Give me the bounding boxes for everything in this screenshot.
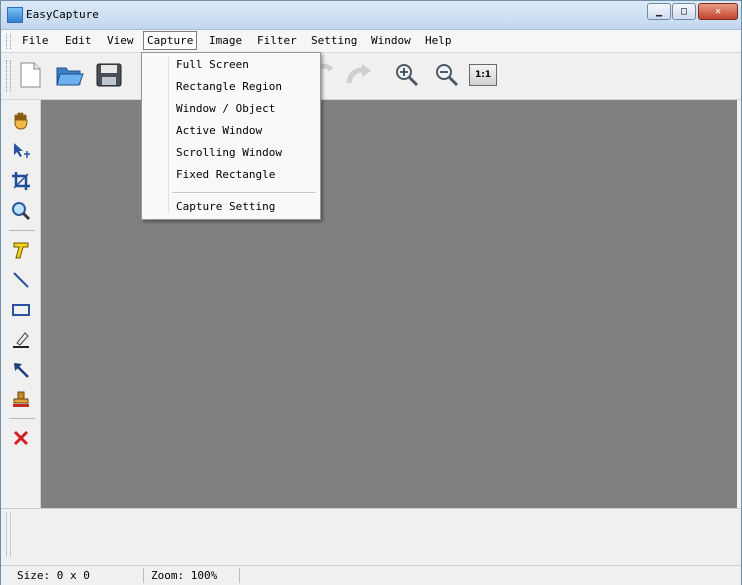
menu-edit[interactable]: Edit xyxy=(61,32,96,49)
menu-item-scrolling-window[interactable]: Scrolling Window xyxy=(176,143,282,163)
menu-item-window-object[interactable]: Window / Object xyxy=(176,99,275,119)
new-file-icon xyxy=(20,62,41,88)
menu-view[interactable]: View xyxy=(103,32,138,49)
menu-item-full-screen[interactable]: Full Screen xyxy=(176,55,249,75)
stamp-tool-button[interactable] xyxy=(10,389,32,411)
new-button[interactable] xyxy=(14,60,46,90)
maximize-button[interactable]: □ xyxy=(672,3,696,20)
status-size: Size: 0 x 0 xyxy=(7,568,144,583)
tools-panel xyxy=(1,100,41,508)
menu-help[interactable]: Help xyxy=(421,32,456,49)
menu-bar: File Edit View Capture Image Filter Sett… xyxy=(1,30,741,53)
app-icon xyxy=(7,7,23,23)
open-folder-icon xyxy=(56,67,84,86)
minimize-button[interactable]: ▁ xyxy=(647,3,671,20)
arrow-icon xyxy=(14,363,29,378)
status-bar: Size: 0 x 0 Zoom: 100% xyxy=(1,565,741,585)
menu-filter[interactable]: Filter xyxy=(253,32,301,49)
line-icon xyxy=(13,272,29,288)
stamp-icon xyxy=(13,391,29,407)
delete-tool-button[interactable] xyxy=(10,427,32,449)
rectangle-icon xyxy=(12,304,30,316)
text-tool-button[interactable] xyxy=(10,239,32,261)
crop-tool-button[interactable] xyxy=(10,170,32,192)
open-button[interactable] xyxy=(54,60,86,90)
close-button[interactable]: ✕ xyxy=(698,3,738,20)
tools-separator xyxy=(9,230,35,231)
actual-size-icon: 1:1 xyxy=(469,64,497,86)
highlighter-tool-button[interactable] xyxy=(10,329,32,351)
menu-image[interactable]: Image xyxy=(205,32,246,49)
close-icon: ✕ xyxy=(714,6,722,17)
hand-tool-button[interactable] xyxy=(10,110,32,132)
select-tool-button[interactable] xyxy=(10,140,32,162)
zoom-out-button[interactable] xyxy=(431,60,463,90)
menu-item-active-window[interactable]: Active Window xyxy=(176,121,262,141)
dock-grip[interactable] xyxy=(6,512,11,557)
select-move-icon xyxy=(14,143,30,158)
rectangle-tool-button[interactable] xyxy=(10,299,32,321)
save-button[interactable] xyxy=(93,60,125,90)
toolbar-grip[interactable] xyxy=(6,60,11,92)
magnify-icon xyxy=(12,202,31,221)
menu-file[interactable]: File xyxy=(18,32,53,49)
menu-setting[interactable]: Setting xyxy=(307,32,361,49)
app-window: EasyCapture ▁ □ ✕ File Edit View Capture… xyxy=(0,0,742,585)
line-tool-button[interactable] xyxy=(10,269,32,291)
window-title: EasyCapture xyxy=(26,8,99,21)
menu-gutter xyxy=(168,57,169,213)
zoom-in-button[interactable] xyxy=(391,60,423,90)
zoom-out-icon xyxy=(436,64,459,87)
bottom-dock-panel xyxy=(1,508,741,564)
menu-item-fixed-rectangle[interactable]: Fixed Rectangle xyxy=(176,165,275,185)
zoom-in-icon xyxy=(396,64,419,87)
minimize-icon: ▁ xyxy=(655,6,663,17)
highlighter-icon xyxy=(13,332,29,348)
menu-capture[interactable]: Capture xyxy=(143,31,198,50)
status-zoom: Zoom: 100% xyxy=(141,568,240,583)
hand-icon xyxy=(14,112,28,130)
menu-window[interactable]: Window xyxy=(367,32,415,49)
toolbar: 1:1 xyxy=(1,54,741,100)
magnify-tool-button[interactable] xyxy=(10,200,32,222)
text-icon xyxy=(13,242,29,259)
arrow-tool-button[interactable] xyxy=(10,359,32,381)
redo-button[interactable] xyxy=(343,60,375,90)
crop-icon xyxy=(12,172,30,190)
actual-size-button[interactable]: 1:1 xyxy=(467,60,499,90)
delete-icon xyxy=(13,430,29,446)
menu-item-rectangle-region[interactable]: Rectangle Region xyxy=(176,77,282,97)
menu-item-capture-setting[interactable]: Capture Setting xyxy=(176,197,275,217)
maximize-icon: □ xyxy=(680,6,688,17)
capture-dropdown-menu: Full Screen Rectangle Region Window / Ob… xyxy=(141,52,321,220)
redo-icon xyxy=(346,64,371,84)
tools-separator-2 xyxy=(9,418,35,419)
title-bar[interactable]: EasyCapture ▁ □ ✕ xyxy=(1,1,741,30)
save-icon xyxy=(96,63,122,87)
menubar-grip[interactable] xyxy=(6,34,11,49)
menu-separator xyxy=(172,192,316,194)
